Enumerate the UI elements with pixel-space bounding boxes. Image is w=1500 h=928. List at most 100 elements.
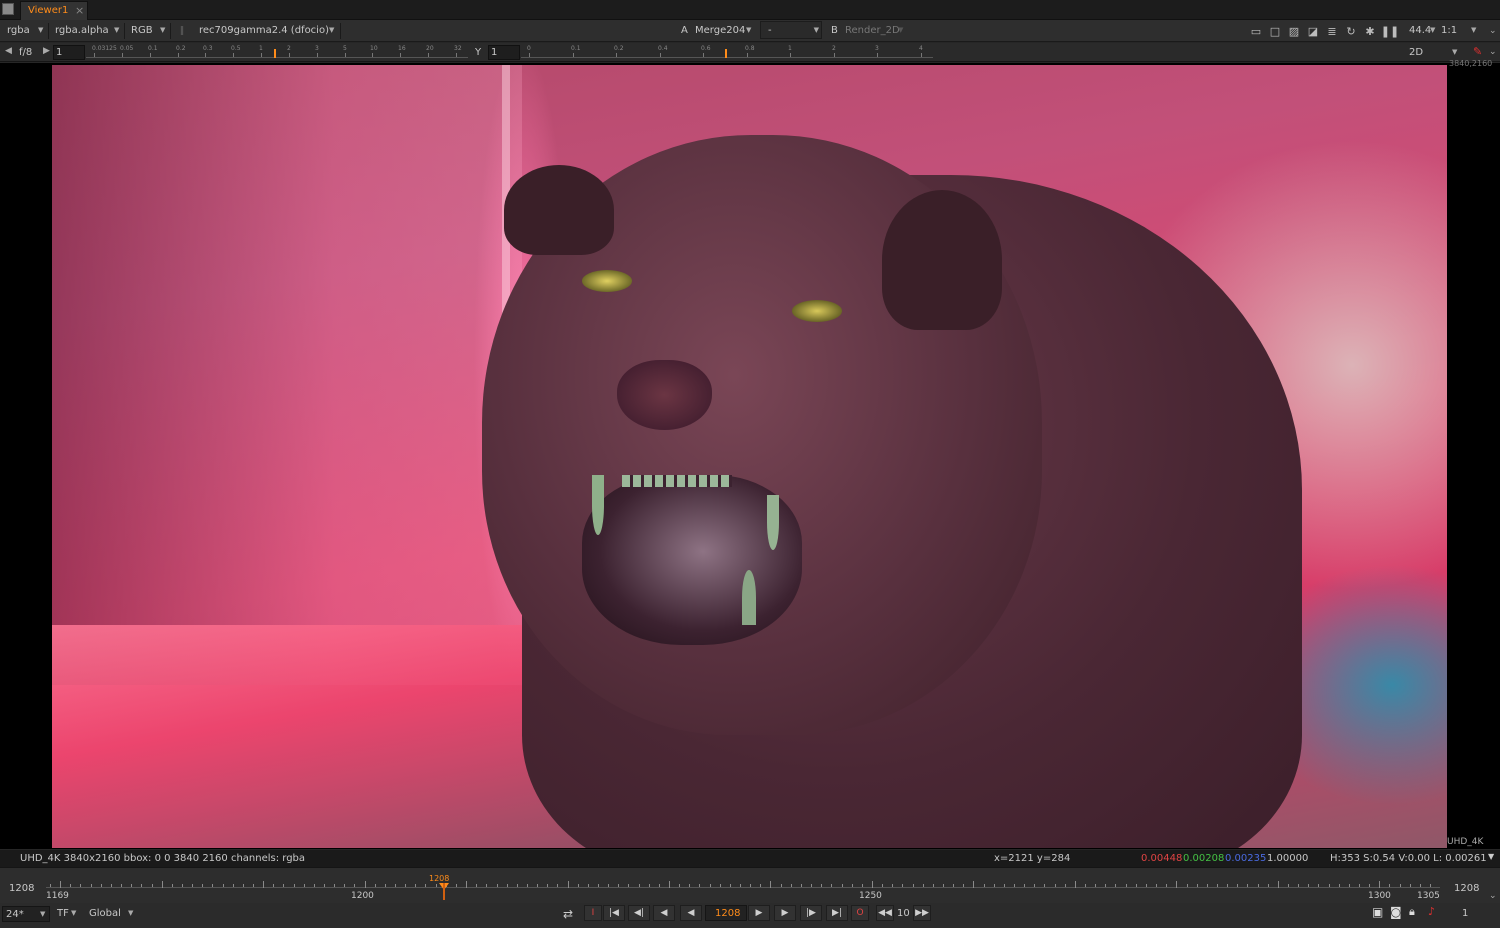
tab-close-icon[interactable]: × [75,4,84,17]
gain-tick [345,53,346,57]
gamma-slider[interactable]: 0 0.1 0.2 0.4 0.6 0.8 1 2 3 4 [521,45,933,60]
gain-value: 1 [56,47,63,58]
timeline-frame-tick [1247,884,1249,887]
timeline-track[interactable]: 1169 1200 1250 1300 1305 1208 [46,872,1440,901]
fang-lower [742,570,756,625]
range-chevron-icon[interactable]: ▼ [128,909,133,917]
info-bar-chevron-icon[interactable]: ▼ [1488,852,1494,861]
mask-overlay-icon[interactable]: ◪ [1306,24,1320,38]
skip-back-button[interactable]: ◀◀ [876,905,894,921]
next-increment-button[interactable]: ▶ [774,905,796,921]
in-frame-field[interactable]: 1208 [9,883,34,894]
timeline-frame-tick [719,884,721,887]
prev-increment-button[interactable]: ◀ [653,905,675,921]
gain-input[interactable]: 1 [53,45,85,60]
fstop-down-icon[interactable]: ◀ [5,46,12,56]
timeline-frame-tick [415,884,417,887]
out-frame-field[interactable]: 1208 [1454,883,1479,894]
ratio-value[interactable]: 1:1 [1441,25,1457,36]
tf-chevron-icon[interactable]: ▼ [71,909,76,917]
colorspace-chevron-icon[interactable]: ▼ [329,26,334,34]
channels-dropdown[interactable]: rgba [7,25,30,36]
gain-tick-label: 10 [370,45,378,52]
timeline-frame-tick [121,884,122,887]
flipbook-icon[interactable]: ▣ [1372,905,1383,919]
lock-icon[interactable]: 🔒︎ [1409,905,1415,919]
next-keyframe-button[interactable]: |▶ [800,905,822,921]
input-a-dropdown[interactable]: Merge204 [695,25,745,36]
timeline-frame-tick [192,884,194,887]
timeline-frame-tick [1014,884,1015,887]
view-mode-chevron-icon[interactable]: ▼ [1452,48,1457,56]
panther-eye-right [792,300,842,322]
input-b-chevron-icon[interactable]: ▼ [898,26,903,34]
toolbar2-collapse-icon[interactable]: ⌄ [1489,47,1497,57]
paint-brush-icon[interactable]: ✎ [1473,45,1482,58]
playback-mode-icon[interactable]: ⇄ [563,907,573,921]
fang-left [592,475,604,535]
play-forward-button[interactable]: ▶ [748,905,770,921]
playback-count[interactable]: 1 [1462,908,1468,919]
alpha-channel-dropdown[interactable]: rgba.alpha [55,25,109,36]
toolbar-collapse-icon[interactable]: ⌄ [1489,26,1497,36]
gpu-settings-icon[interactable]: ✱ [1363,24,1377,38]
timeline-frame-tick [1034,884,1036,887]
prev-keyframe-button[interactable]: ◀| [628,905,650,921]
audio-icon[interactable]: ♪ [1428,905,1435,918]
input-b-label: B [831,25,838,36]
gamma-input[interactable]: 1 [488,45,520,60]
zoom-chevron-icon[interactable]: ▼ [1430,26,1435,34]
timeline-end-label: 1305 [1417,891,1440,901]
wipe-icon[interactable]: ▨ [1287,24,1301,38]
refresh-icon[interactable]: ↻ [1344,24,1358,38]
view-mode-dropdown[interactable]: 2D [1409,47,1423,58]
current-frame-field[interactable]: 1208 [705,905,747,921]
viewer-canvas[interactable]: 3840,2160 UHD_4K [0,59,1500,849]
ip-toggle-icon[interactable]: ‖ [175,24,189,38]
roi-icon[interactable]: ▭ [1249,24,1263,38]
fstop-up-icon[interactable]: ▶ [43,46,50,56]
display-chevron-icon[interactable]: ▼ [160,26,165,34]
fstop-value[interactable]: f/8 [19,47,32,58]
increment-field[interactable]: 10 [897,908,910,919]
colorspace-dropdown[interactable]: rec709gamma2.4 (dfocio) [199,25,329,36]
lines-icon[interactable]: ≣ [1325,24,1339,38]
capture-icon[interactable]: ◙ [1390,905,1402,919]
compare-mode-value: - [768,25,772,36]
display-channels-dropdown[interactable]: RGB [131,25,153,36]
input-b-dropdown[interactable]: Render_2D [845,25,900,36]
fps-field[interactable]: 24* ▼ [2,906,50,922]
overscan-icon[interactable]: □ [1268,24,1282,38]
gain-tick [205,53,206,57]
pause-icon[interactable]: ❚❚ [1381,24,1399,38]
timeline-frame-tick [526,884,528,887]
tab-viewer1[interactable]: Viewer1 × [20,1,88,20]
play-backward-button[interactable]: ◀ [680,905,702,921]
timeline-frame-tick [1003,884,1005,887]
in-point-button[interactable]: I [584,905,602,921]
timeline-frame-tick [851,884,853,887]
first-frame-button[interactable]: |◀ [603,905,625,921]
format-info: UHD_4K 3840x2160 bbox: 0 0 3840 2160 cha… [20,853,306,864]
compare-mode-dropdown[interactable]: - ▼ [760,21,822,39]
viewer-menu-icon[interactable] [2,3,14,15]
last-frame-button[interactable]: ▶| [826,905,848,921]
timeline-frame-tick [628,884,630,887]
input-a-chevron-icon[interactable]: ▼ [746,26,751,34]
timeline-frame-tick [750,884,752,887]
timeline-frame-tick [1389,884,1391,887]
timeline-collapse-icon[interactable]: ⌄ [1489,891,1497,901]
out-point-button[interactable]: O [851,905,869,921]
alpha-chevron-icon[interactable]: ▼ [114,26,119,34]
zoom-value[interactable]: 44.4 [1409,25,1431,36]
timeline-frame-tick [181,884,183,887]
range-dropdown[interactable]: Global [89,908,121,919]
skip-forward-button[interactable]: ▶▶ [913,905,931,921]
timeline[interactable]: 1208 1169 1200 1250 1300 1305 1208 1208 … [0,867,1500,903]
gain-slider[interactable]: 0.03125 0.05 0.1 0.2 0.3 0.5 1 2 3 5 10 16 20 32 [86,45,468,60]
timeline-frame-tick [324,884,325,887]
tf-dropdown[interactable]: TF [57,908,69,919]
timeline-frame-tick [1348,884,1350,887]
channels-chevron-icon[interactable]: ▼ [38,26,43,34]
ratio-chevron-icon[interactable]: ▼ [1471,26,1476,34]
